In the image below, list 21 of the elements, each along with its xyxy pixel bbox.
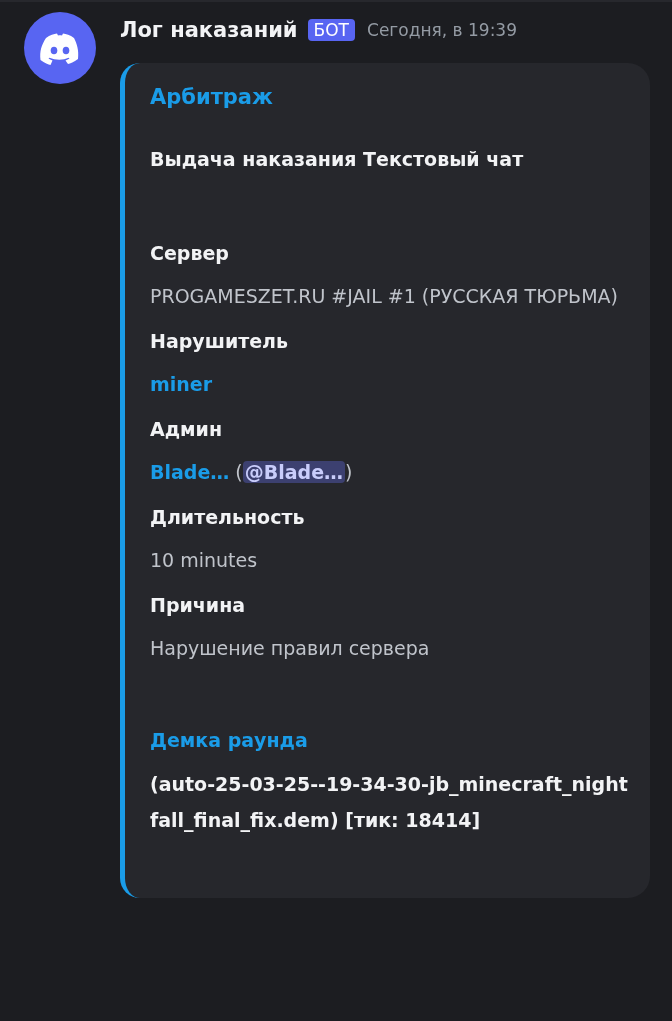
embed-title: Арбитраж [150,84,274,111]
bot-badge: БОТ [307,19,355,41]
field-name: Длительность [150,505,306,530]
demo-heading[interactable]: Демка раунда [150,722,628,758]
field-value: PROGAMESZET.RU #JAIL #1 (РУССКАЯ ТЮРЬМА) [150,285,618,307]
user-link[interactable]: miner [150,373,213,395]
field-value: 10 minutes [150,549,258,571]
bot-avatar-icon [24,12,96,84]
embed-description: Выдача наказания Текстовый чат [150,147,525,172]
user-link[interactable]: Blade… [150,461,230,483]
field-name: Причина [150,593,247,618]
field-value: ) [345,461,353,483]
timestamp: Сегодня, в 19:39 [367,20,517,40]
user-mention[interactable]: @Blade… [242,461,346,483]
author-name[interactable]: Лог наказаний [120,18,298,42]
field-value: Нарушение правил сервера [150,637,430,659]
demo-filename: (auto-25-03-25--19-34-30-jb_minecraft_nightfall_final_fix.dem) [тик: 18414] [150,772,628,834]
field-name: Нарушитель [150,329,290,354]
field-name: Админ [150,417,224,442]
field-value: ( [234,461,243,483]
field-name: Сервер [150,241,230,266]
